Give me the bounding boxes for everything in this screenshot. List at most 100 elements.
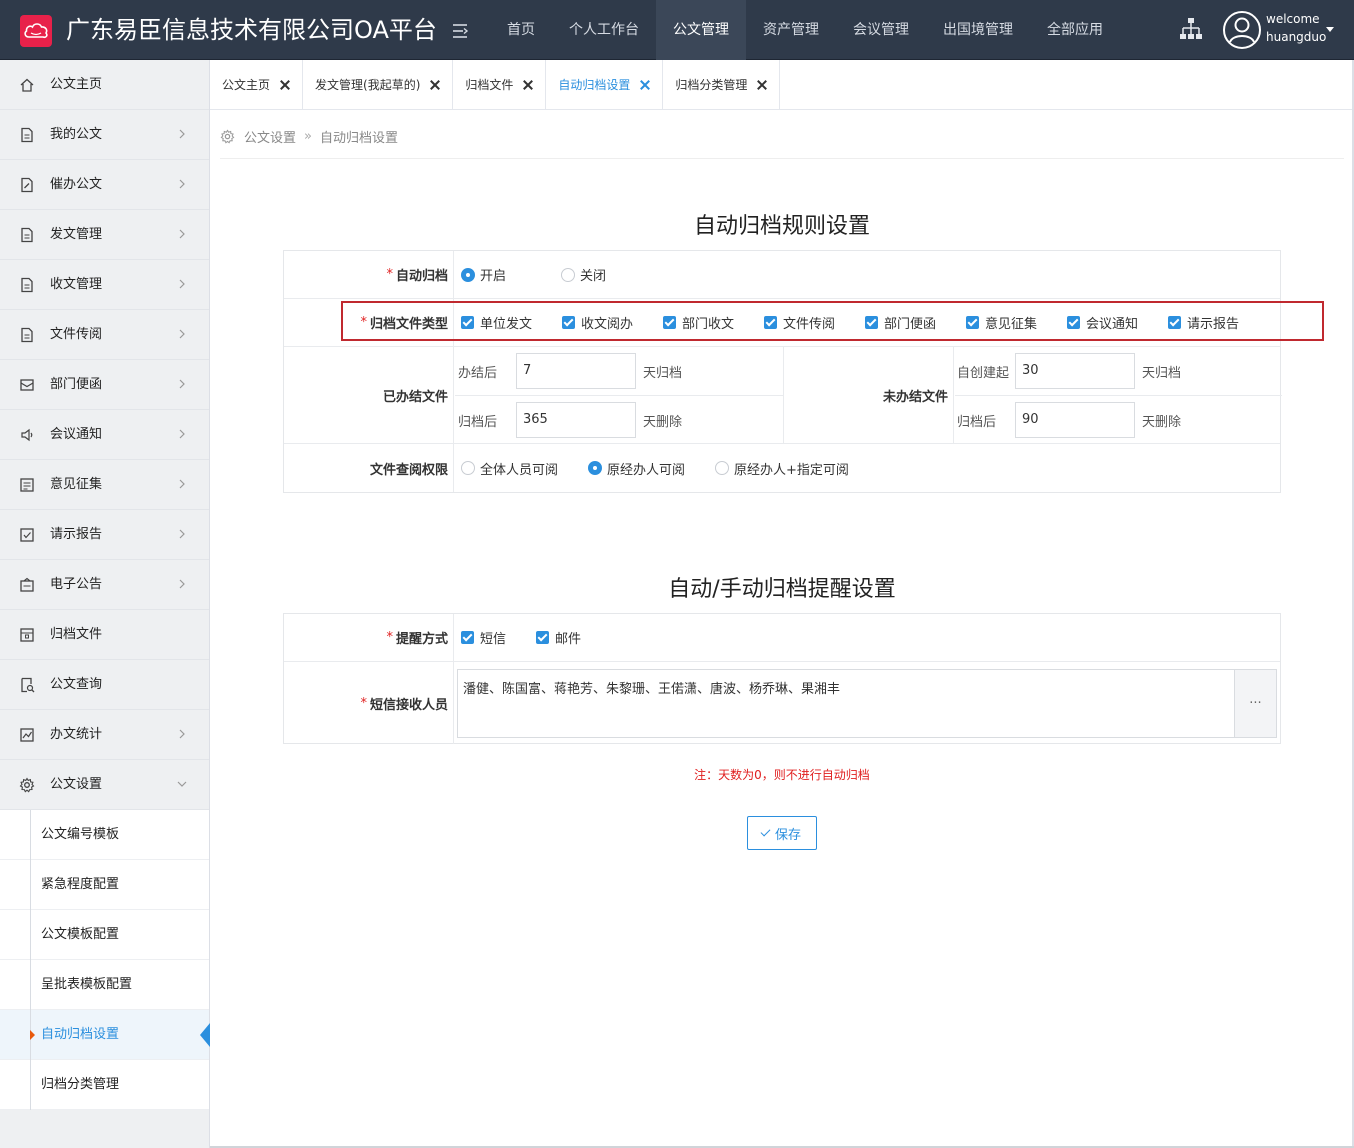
nav-travel-management[interactable]: 出国境管理 bbox=[926, 0, 1030, 60]
sidebar-subitem-number-template[interactable]: 公文编号模板 bbox=[0, 810, 209, 860]
sidebar-item-urge-docs[interactable]: 催办公文 bbox=[0, 160, 209, 210]
sidebar-item-dept-memo[interactable]: 部门便函 bbox=[0, 360, 209, 410]
chevron-right-icon bbox=[179, 379, 185, 389]
close-icon[interactable] bbox=[430, 80, 440, 90]
org-chart-icon[interactable] bbox=[1179, 17, 1203, 41]
sidebar-subitem-doc-template[interactable]: 公文模板配置 bbox=[0, 910, 209, 960]
sidebar-subitem-approval-template[interactable]: 呈批表模板配置 bbox=[0, 960, 209, 1010]
sidebar-item-opinion[interactable]: 意见征集 bbox=[0, 460, 209, 510]
sidebar-subitem-label: 公文编号模板 bbox=[41, 827, 120, 842]
sidebar-item-outgoing[interactable]: 发文管理 bbox=[0, 210, 209, 260]
sidebar-item-doc-settings[interactable]: 公文设置 bbox=[0, 760, 209, 810]
sidebar-subitem-label: 自动归档设置 bbox=[41, 1027, 120, 1042]
since-created-days-input[interactable]: 30 bbox=[1015, 353, 1135, 389]
gear-icon bbox=[19, 777, 35, 793]
sidebar: 公文主页 我的公文 催办公文 发文管理 收文管理 文件传阅 部门便函 会议通知 … bbox=[0, 60, 210, 1148]
cloud-logo-icon bbox=[20, 15, 52, 47]
sidebar-item-meeting-notice[interactable]: 会议通知 bbox=[0, 410, 209, 460]
search-document-icon bbox=[21, 677, 35, 693]
row-auto-archive: * 自动归档 开启 关闭 bbox=[284, 251, 1280, 299]
sidebar-item-label: 部门便函 bbox=[50, 377, 103, 392]
divider bbox=[455, 395, 783, 396]
nav-home[interactable]: 首页 bbox=[490, 0, 552, 60]
sidebar-subitem-auto-archive[interactable]: 自动归档设置 bbox=[0, 1010, 210, 1060]
sidebar-item-my-docs[interactable]: 我的公文 bbox=[0, 110, 209, 160]
gear-icon bbox=[220, 128, 235, 143]
nav-asset-management[interactable]: 资产管理 bbox=[746, 0, 836, 60]
radio-icon bbox=[715, 461, 730, 475]
radio-handler-plus-specified[interactable]: 原经办人+指定可阅 bbox=[715, 459, 849, 478]
nav-document-management[interactable]: 公文管理 bbox=[656, 0, 746, 60]
avatar-icon[interactable] bbox=[1222, 10, 1262, 50]
tab-outgoing-drafted[interactable]: 发文管理(我起草的) bbox=[303, 60, 454, 110]
chevron-right-icon bbox=[179, 179, 185, 189]
active-indicator bbox=[200, 1023, 210, 1047]
close-icon[interactable] bbox=[280, 80, 290, 90]
nav-meeting-management[interactable]: 会议管理 bbox=[836, 0, 926, 60]
sidebar-item-statistics[interactable]: 办文统计 bbox=[0, 710, 209, 760]
user-info[interactable]: welcome huangduo bbox=[1266, 10, 1330, 46]
close-icon[interactable] bbox=[757, 80, 767, 90]
radio-auto-archive-on[interactable]: 开启 bbox=[461, 265, 506, 284]
nav-workbench[interactable]: 个人工作台 bbox=[552, 0, 656, 60]
save-button[interactable]: 保存 bbox=[747, 816, 817, 850]
document-icon bbox=[21, 277, 33, 293]
sidebar-subitem-archive-category[interactable]: 归档分类管理 bbox=[0, 1060, 209, 1110]
top-navbar: 广东易臣信息技术有限公司OA平台 首页 个人工作台 公文管理 资产管理 会议管理… bbox=[0, 0, 1354, 60]
menu-toggle-icon[interactable] bbox=[451, 22, 471, 40]
tab-label: 归档分类管理 bbox=[675, 78, 748, 92]
sidebar-item-archive[interactable]: 归档文件 bbox=[0, 610, 209, 660]
uncompleted-after-archive-delete-days-input[interactable]: 90 bbox=[1015, 402, 1135, 438]
radio-icon bbox=[561, 267, 576, 282]
checkbox-email[interactable]: 邮件 bbox=[536, 628, 581, 647]
chevron-down-icon[interactable] bbox=[1326, 27, 1334, 32]
sidebar-item-label: 收文管理 bbox=[50, 277, 103, 292]
sidebar-subitem-label: 归档分类管理 bbox=[41, 1077, 120, 1092]
bulletin-icon bbox=[20, 577, 34, 592]
sidebar-item-report[interactable]: 请示报告 bbox=[0, 510, 209, 560]
sidebar-item-label: 公文查询 bbox=[50, 677, 103, 692]
home-icon bbox=[20, 78, 34, 92]
after-archive-label: 归档后 bbox=[458, 414, 498, 430]
sidebar-subitem-urgency[interactable]: 紧急程度配置 bbox=[0, 860, 209, 910]
sidebar-item-label: 电子公告 bbox=[50, 577, 103, 592]
row-permission: 文件查阅权限 全体人员可阅 原经办人可阅 原经办人+指定可阅 bbox=[284, 444, 1280, 492]
after-archive-delete-days-input[interactable]: 365 bbox=[516, 402, 636, 438]
tab-archive-category[interactable]: 归档分类管理 bbox=[663, 60, 781, 110]
sidebar-item-label: 我的公文 bbox=[50, 127, 103, 142]
breadcrumb: 公文设置 » 自动归档设置 bbox=[220, 118, 398, 154]
tab-doc-home[interactable]: 公文主页 bbox=[210, 60, 304, 110]
radio-auto-archive-off[interactable]: 关闭 bbox=[561, 265, 606, 284]
sidebar-item-doc-home[interactable]: 公文主页 bbox=[0, 60, 209, 110]
tab-label: 发文管理(我起草的) bbox=[315, 78, 421, 92]
reminder-method-options: 短信 邮件 bbox=[455, 614, 1280, 661]
uncompleted-after-archive-unit: 天删除 bbox=[1142, 414, 1182, 430]
breadcrumb-parent[interactable]: 公文设置 bbox=[244, 127, 296, 146]
since-created-unit: 天归档 bbox=[1142, 365, 1182, 381]
sidebar-item-circulation[interactable]: 文件传阅 bbox=[0, 310, 209, 360]
check-icon bbox=[760, 826, 771, 837]
tab-auto-archive-settings[interactable]: 自动归档设置 bbox=[546, 60, 664, 110]
username: huangduo bbox=[1266, 30, 1327, 44]
nav-all-apps[interactable]: 全部应用 bbox=[1030, 0, 1120, 60]
radio-original-handler[interactable]: 原经办人可阅 bbox=[588, 459, 685, 478]
tab-archive-files[interactable]: 归档文件 bbox=[453, 60, 547, 110]
radio-all-users[interactable]: 全体人员可阅 bbox=[461, 459, 558, 478]
more-options-icon[interactable]: ··· bbox=[1235, 669, 1277, 738]
sidebar-subitem-label: 呈批表模板配置 bbox=[41, 977, 133, 992]
sidebar-item-doc-query[interactable]: 公文查询 bbox=[0, 660, 209, 710]
main-nav: 首页 个人工作台 公文管理 资产管理 会议管理 出国境管理 全部应用 bbox=[490, 0, 1120, 60]
sidebar-item-incoming[interactable]: 收文管理 bbox=[0, 260, 209, 310]
sms-recipients-textarea[interactable]: 潘健、陈国富、蒋艳芳、朱黎珊、王偌潇、唐波、杨乔琳、果湘丰 bbox=[457, 669, 1235, 738]
chevron-right-icon bbox=[179, 229, 185, 239]
sidebar-item-bulletin[interactable]: 电子公告 bbox=[0, 560, 209, 610]
after-done-days-input[interactable]: 7 bbox=[516, 353, 636, 389]
sidebar-item-label: 会议通知 bbox=[50, 427, 103, 442]
close-icon[interactable] bbox=[523, 80, 533, 90]
breadcrumb-current: 自动归档设置 bbox=[319, 130, 398, 146]
checkbox-sms[interactable]: 短信 bbox=[461, 628, 506, 647]
sidebar-item-label: 催办公文 bbox=[50, 177, 103, 192]
permission-options: 全体人员可阅 原经办人可阅 原经办人+指定可阅 bbox=[455, 444, 1280, 492]
after-archive-unit: 天删除 bbox=[643, 414, 683, 430]
close-icon[interactable] bbox=[640, 80, 650, 90]
